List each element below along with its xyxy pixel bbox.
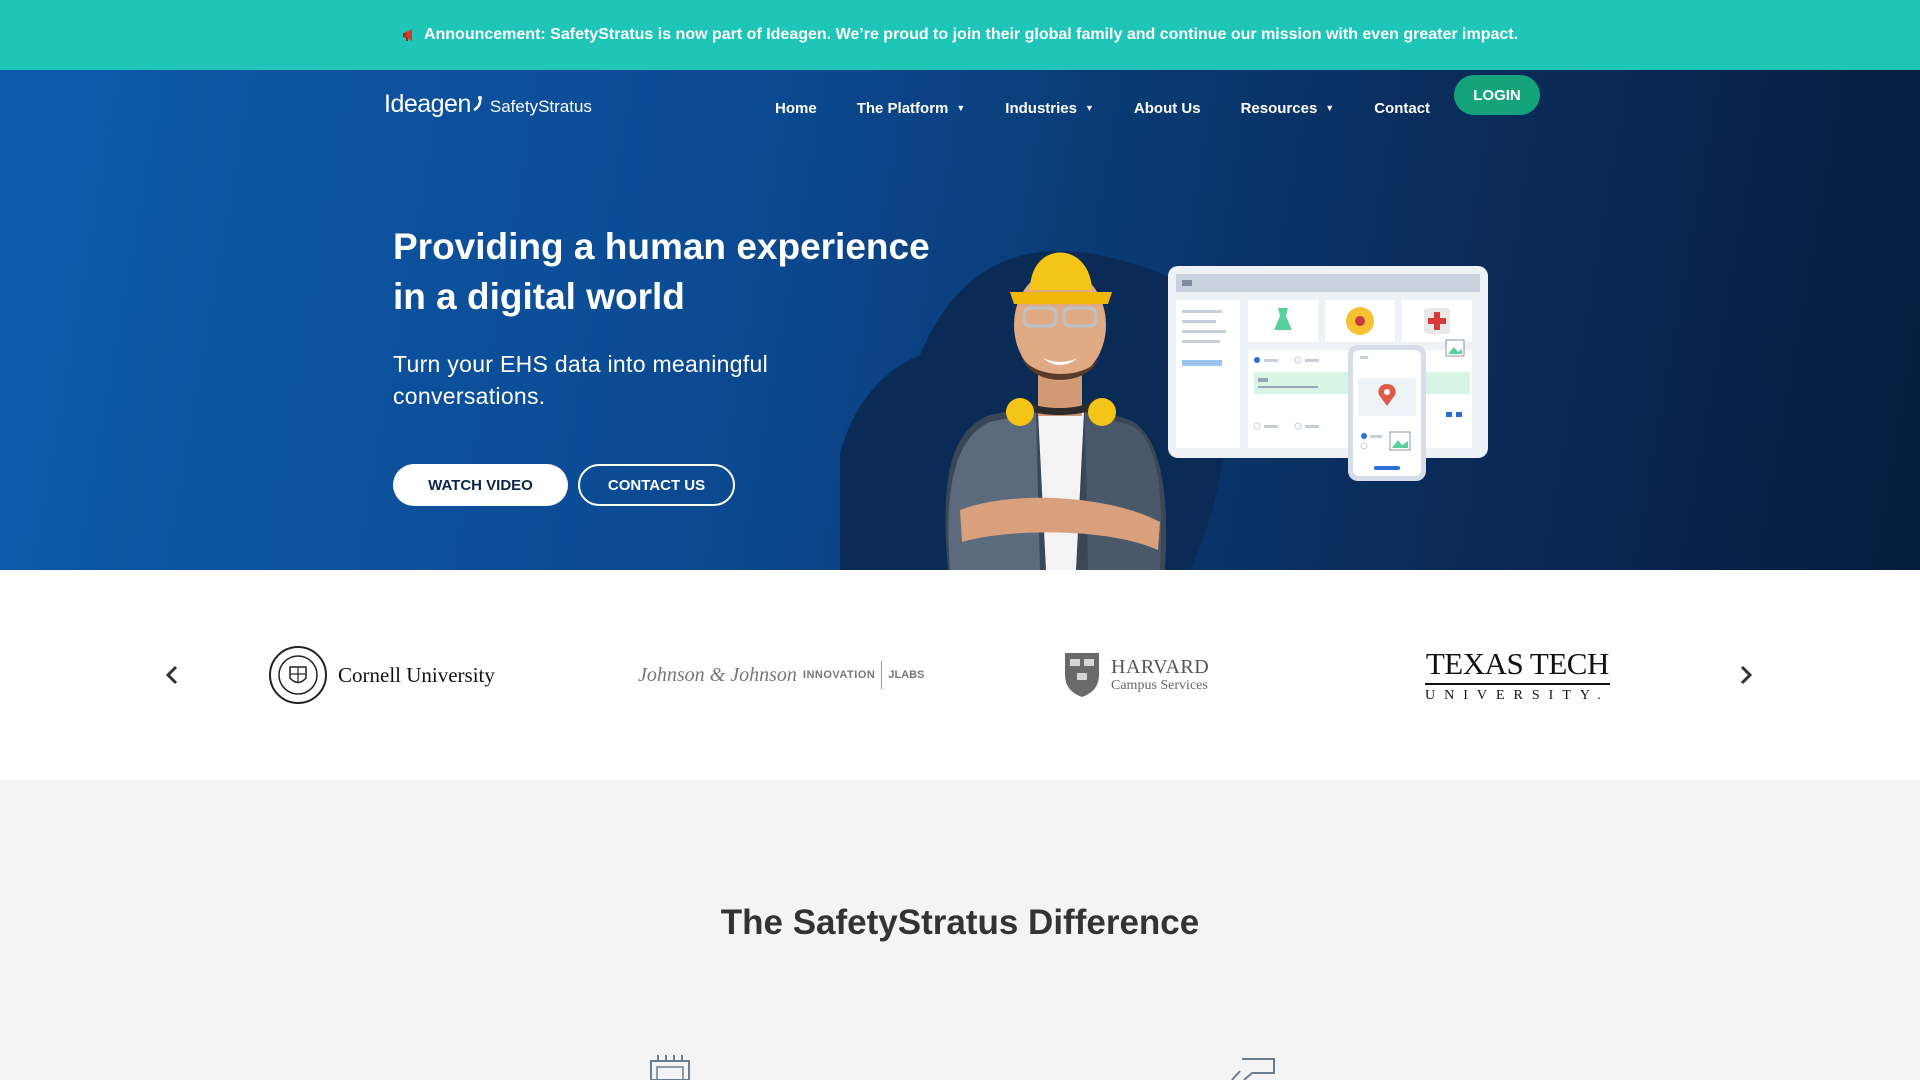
chevron-left-icon — [165, 665, 178, 685]
nav-home-label: Home — [775, 99, 817, 117]
announcement-text: Announcement: SafetyStratus is now part … — [423, 26, 1519, 43]
announcement-bar: Announcement: SafetyStratus is now part … — [0, 0, 1920, 70]
jnj-innovation: INNOVATION — [802, 669, 876, 681]
client-logo-cornell: Cornell University — [268, 645, 495, 705]
main-nav: Home The Platform ▼ Industries ▼ About U… — [775, 90, 1470, 126]
contact-us-button[interactable]: CONTACT US — [578, 464, 735, 506]
logo-product: SafetyStratus — [489, 97, 592, 116]
chevron-right-icon — [1740, 665, 1753, 685]
harvard-shield-icon — [1065, 653, 1099, 697]
harvard-sub: Campus Services — [1111, 678, 1208, 694]
ttu-rule — [1425, 682, 1610, 685]
nav-about-us-label: About Us — [1133, 99, 1201, 117]
cornell-seal-icon — [269, 646, 327, 704]
nav-home[interactable]: Home — [775, 100, 817, 117]
jnj-script: Johnson & Johnson — [638, 663, 797, 686]
client-logo-harvard: HARVARD Campus Services — [1063, 645, 1209, 705]
client-logo-jnj: Johnson & Johnson INNOVATION JLABS — [638, 645, 924, 705]
megaphone-icon — [402, 27, 418, 43]
caret-down-icon: ▼ — [1084, 103, 1094, 113]
nav-industries-label: Industries — [1005, 99, 1077, 117]
nav-resources[interactable]: Resources ▼ — [1241, 100, 1335, 117]
watch-video-button[interactable]: WATCH VIDEO — [393, 464, 568, 506]
dashboard-mockup — [1168, 266, 1488, 458]
carousel-prev-button[interactable] — [164, 662, 180, 693]
nav-contact-label: Contact — [1374, 99, 1431, 117]
phone-mockup — [1348, 345, 1426, 481]
logo-mark-icon — [473, 96, 482, 112]
client-logos-carousel: Cornell University Johnson & Johnson INN… — [0, 570, 1920, 780]
logo-brand: Ideagen — [384, 90, 471, 118]
ttu-sub: UNIVERSITY. — [1425, 687, 1610, 703]
hero-illustration — [840, 250, 1488, 570]
nav-resources-label: Resources — [1240, 99, 1318, 117]
carousel-next-button[interactable] — [1738, 662, 1754, 693]
hero-subtitle: Turn your EHS data into meaningful conve… — [393, 351, 768, 409]
nav-industries[interactable]: Industries ▼ — [1005, 100, 1094, 117]
cornell-name: Cornell University — [338, 662, 495, 687]
nav-the-platform[interactable]: The Platform ▼ — [857, 100, 966, 117]
nav-about-us[interactable]: About Us — [1134, 100, 1201, 117]
jnj-jlabs: JLABS — [888, 669, 925, 681]
difference-title: The SafetyStratus Difference — [720, 903, 1200, 942]
ai-chip-icon — [645, 1055, 695, 1080]
site-logo[interactable]: Ideagen SafetyStratus — [384, 90, 592, 119]
jnj-divider — [881, 661, 883, 689]
harvard-name: HARVARD — [1111, 656, 1210, 679]
caret-down-icon: ▼ — [956, 103, 966, 113]
hero-section: Ideagen SafetyStratus Home The Platform … — [0, 70, 1920, 570]
nav-the-platform-label: The Platform — [856, 99, 949, 117]
client-logo-texas-tech: TEXAS TECH UNIVERSITY. — [1425, 645, 1610, 705]
chat-bubble-icon — [1230, 1055, 1278, 1080]
nav-contact[interactable]: Contact — [1374, 100, 1430, 117]
login-button[interactable]: LOGIN — [1454, 75, 1540, 115]
ttu-name: TEXAS TECH — [1425, 645, 1610, 681]
caret-down-icon: ▼ — [1325, 103, 1335, 113]
